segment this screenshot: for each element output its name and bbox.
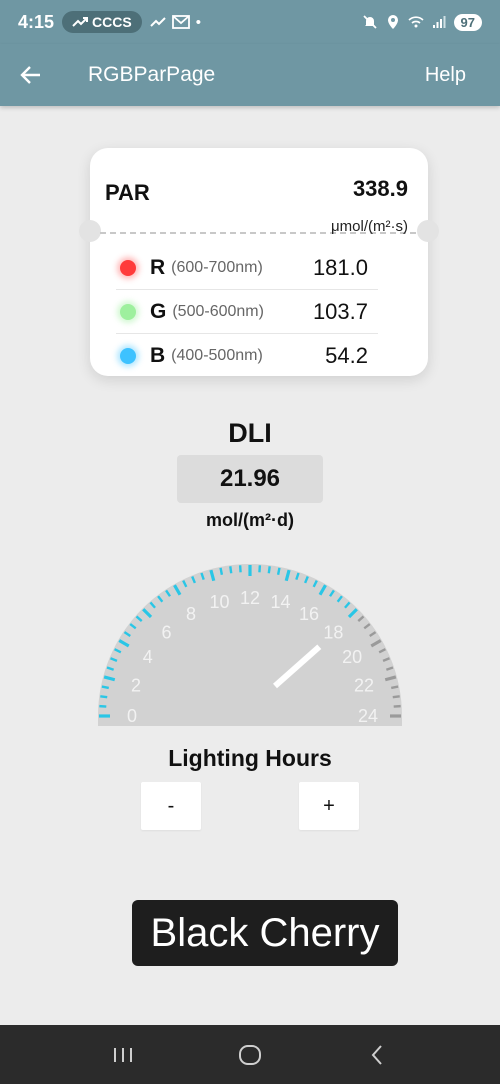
green-dot-icon: [120, 303, 136, 320]
gauge-tick-label: 16: [299, 604, 319, 624]
chevron-left-icon: [371, 1044, 382, 1065]
par-label: PAR: [105, 180, 150, 205]
dli-unit: mol/(m²·d): [206, 510, 294, 530]
gauge-tick: [100, 695, 108, 699]
gauge-tick: [276, 567, 281, 576]
arrow-left-icon: [20, 66, 40, 84]
card-notch-right: [417, 220, 439, 242]
lighting-hours-label: Lighting Hours: [168, 745, 332, 771]
gauge-tick-label: 18: [323, 623, 343, 643]
gauge-tick-label: 22: [354, 675, 374, 695]
notification-pill: CCCS: [62, 11, 142, 33]
trending-up-icon: [149, 17, 166, 27]
lighting-hours-gauge[interactable]: 0246810 12 141618202224: [96, 550, 404, 726]
band-value: 54.2: [325, 343, 368, 368]
gauge-tick: [392, 695, 400, 699]
system-nav-bar: [0, 1025, 500, 1084]
home-button[interactable]: [220, 1035, 280, 1075]
par-card: PAR 338.9 μmol/(m²·s) R (600-700nm) 181.…: [79, 148, 439, 378]
band-letter: B: [150, 344, 166, 367]
gauge-tick-label: 10: [209, 592, 229, 612]
gauge-tick: [219, 567, 224, 576]
blue-dot-icon: [120, 348, 136, 364]
gauge-tick: [101, 685, 110, 690]
gauge-tick-label: 0: [127, 706, 137, 726]
band-row-blue: B (400-500nm) 54.2: [116, 334, 378, 378]
band-range: (500-600nm): [172, 302, 264, 320]
gauge-tick-label: 6: [162, 623, 172, 643]
notification-pill-label: CCCS: [92, 14, 132, 30]
band-range: (600-700nm): [171, 258, 263, 276]
decrease-hours-button[interactable]: -: [141, 782, 201, 830]
red-dot-icon: [120, 259, 136, 276]
gauge-tick: [229, 566, 233, 574]
par-value: 338.9: [352, 176, 408, 201]
gauge-tick: [390, 685, 399, 690]
gauge-tick: [267, 566, 271, 574]
dli-title: DLI: [228, 418, 272, 448]
dli-value-box: 21.96: [177, 455, 323, 503]
status-time: 4:15: [18, 11, 55, 32]
battery-indicator: 97: [453, 13, 482, 31]
location-icon: [387, 15, 398, 29]
band-value: 181.0: [312, 254, 368, 280]
status-bar: 4:15 CCCS • 97: [0, 0, 500, 44]
band-letter: R: [150, 255, 166, 279]
band-row-green: G (500-600nm) 103.7: [116, 290, 378, 334]
gauge-tick-label: 4: [143, 647, 153, 667]
toast-message: Black Cherry: [132, 900, 398, 966]
recent-apps-button[interactable]: [93, 1035, 153, 1075]
gauge-tick-label: 24: [358, 706, 378, 726]
page-title: RGBParPage: [88, 63, 216, 86]
gauge-tick-label: 2: [131, 675, 141, 695]
wifi-icon: [407, 16, 424, 28]
gauge-tick-label: 12: [240, 588, 260, 608]
band-letter: G: [150, 299, 167, 323]
back-nav-button[interactable]: [347, 1035, 407, 1075]
band-range: (400-500nm): [171, 347, 263, 364]
gauge-tick-label: 20: [342, 647, 362, 667]
band-value: 103.7: [312, 298, 368, 324]
par-unit: μmol/(m²·s): [331, 218, 408, 235]
gmail-icon: [171, 15, 190, 29]
more-notifications-dot: •: [195, 13, 201, 31]
home-icon: [238, 1044, 261, 1065]
mute-icon: [362, 15, 377, 29]
recent-apps-icon: [114, 1047, 133, 1062]
gauge-tick-label: 8: [186, 604, 196, 624]
trending-up-icon: [72, 17, 89, 27]
help-button[interactable]: Help: [425, 64, 466, 87]
gauge-tick-label: 14: [271, 592, 291, 612]
signal-icon: [432, 16, 446, 28]
band-row-red: R (600-700nm) 181.0: [116, 246, 378, 290]
card-notch-left: [79, 220, 101, 242]
increase-hours-button[interactable]: +: [299, 782, 359, 830]
back-button[interactable]: [0, 44, 60, 106]
app-bar: RGBParPage Help: [0, 44, 500, 106]
